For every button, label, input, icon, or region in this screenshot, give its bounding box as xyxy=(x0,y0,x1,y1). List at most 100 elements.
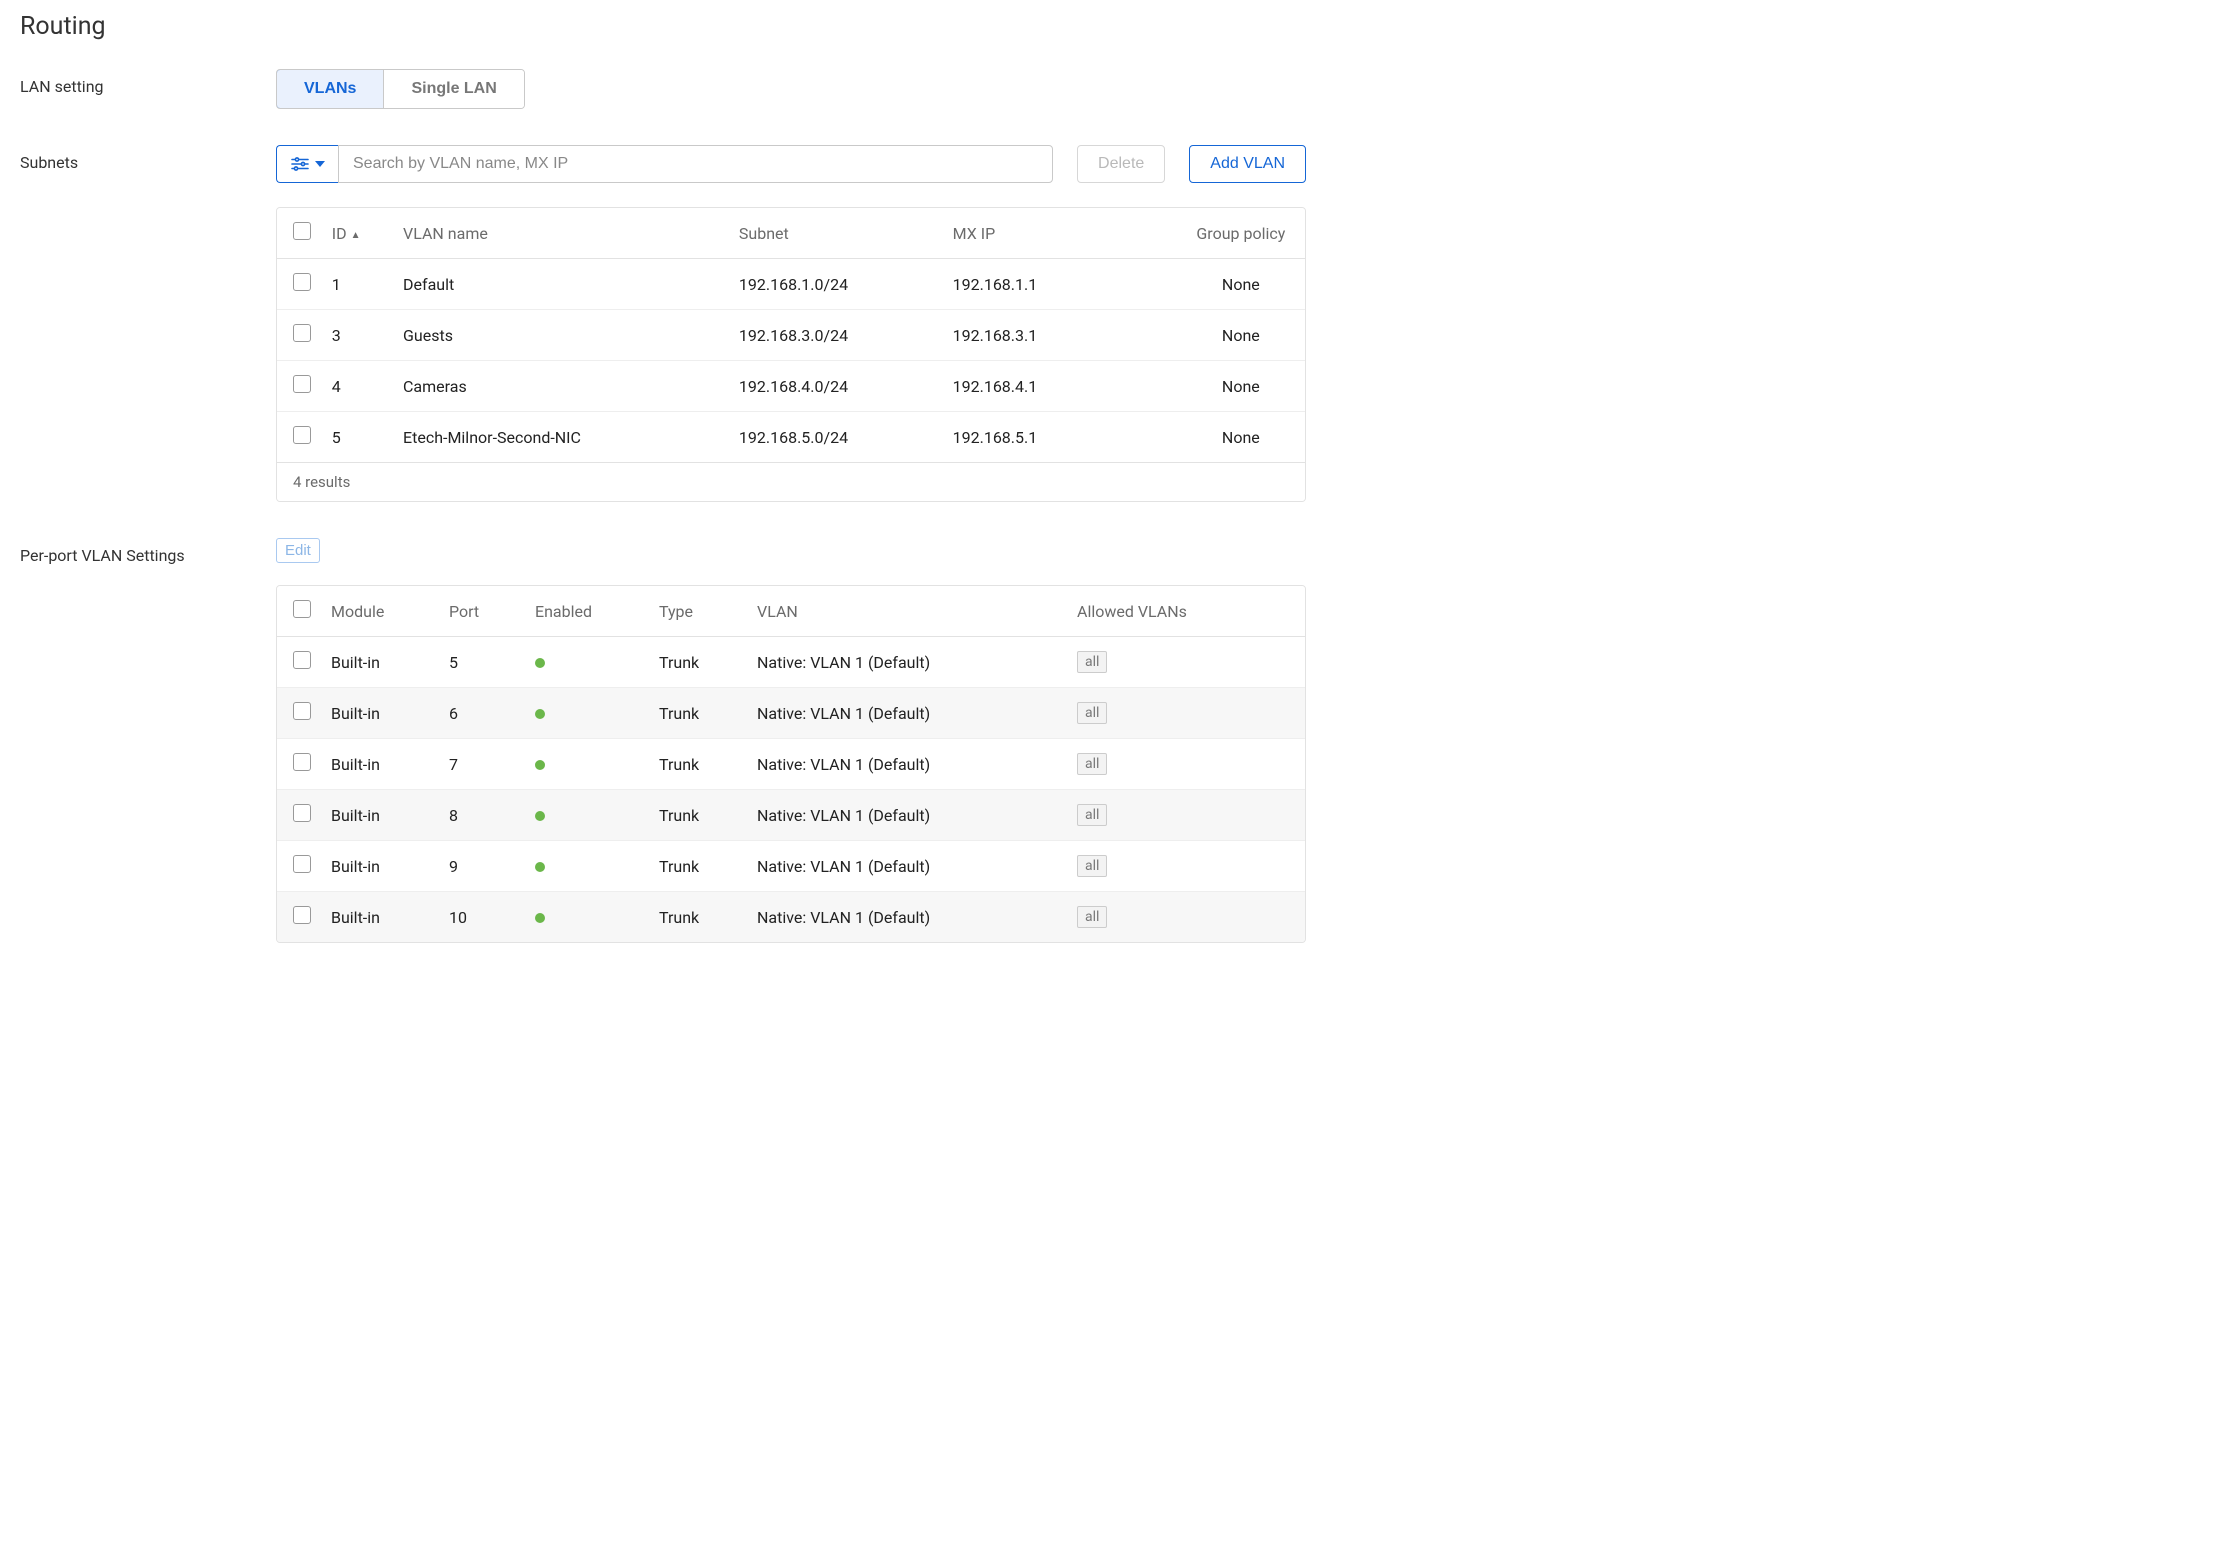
header-type[interactable]: Type xyxy=(649,586,747,637)
cell-mx-ip: 192.168.5.1 xyxy=(943,412,1177,463)
allowed-vlan-tag: all xyxy=(1077,906,1107,928)
cell-allowed-vlans: all xyxy=(1067,892,1305,943)
row-checkbox[interactable] xyxy=(293,906,311,924)
cell-type: Trunk xyxy=(649,688,747,739)
header-allowed-vlans[interactable]: Allowed VLANs xyxy=(1067,586,1305,637)
status-enabled-icon xyxy=(535,760,545,770)
cell-enabled xyxy=(525,892,649,943)
header-module[interactable]: Module xyxy=(321,586,439,637)
tab-vlans[interactable]: VLANs xyxy=(276,69,384,109)
cell-mx-ip: 192.168.1.1 xyxy=(943,259,1177,310)
edit-button[interactable]: Edit xyxy=(276,538,320,563)
row-checkbox[interactable] xyxy=(293,804,311,822)
cell-allowed-vlans: all xyxy=(1067,790,1305,841)
cell-vlan: Native: VLAN 1 (Default) xyxy=(747,841,1067,892)
select-all-ports-checkbox[interactable] xyxy=(293,600,311,618)
status-enabled-icon xyxy=(535,913,545,923)
cell-id: 5 xyxy=(322,412,393,463)
cell-type: Trunk xyxy=(649,790,747,841)
cell-module: Built-in xyxy=(321,637,439,688)
cell-vlan: Native: VLAN 1 (Default) xyxy=(747,892,1067,943)
table-row[interactable]: 5Etech-Milnor-Second-NIC192.168.5.0/2419… xyxy=(277,412,1305,463)
header-group-policy[interactable]: Group policy xyxy=(1177,208,1305,259)
allowed-vlan-tag: all xyxy=(1077,651,1107,673)
add-vlan-button[interactable]: Add VLAN xyxy=(1189,145,1306,183)
table-row[interactable]: Built-in10TrunkNative: VLAN 1 (Default)a… xyxy=(277,892,1305,943)
subnets-label: Subnets xyxy=(20,145,276,172)
cell-port: 6 xyxy=(439,688,525,739)
table-row[interactable]: Built-in9TrunkNative: VLAN 1 (Default)al… xyxy=(277,841,1305,892)
cell-enabled xyxy=(525,739,649,790)
cell-id: 4 xyxy=(322,361,393,412)
cell-group-policy: None xyxy=(1177,259,1305,310)
allowed-vlan-tag: all xyxy=(1077,804,1107,826)
cell-mx-ip: 192.168.4.1 xyxy=(943,361,1177,412)
search-input[interactable] xyxy=(338,145,1053,183)
cell-id: 3 xyxy=(322,310,393,361)
row-checkbox[interactable] xyxy=(293,855,311,873)
cell-subnet: 192.168.4.0/24 xyxy=(729,361,943,412)
cell-port: 9 xyxy=(439,841,525,892)
row-checkbox[interactable] xyxy=(293,375,311,393)
table-row[interactable]: 1Default192.168.1.0/24192.168.1.1None xyxy=(277,259,1305,310)
cell-vlan: Native: VLAN 1 (Default) xyxy=(747,688,1067,739)
cell-vlan-name: Cameras xyxy=(393,361,729,412)
cell-allowed-vlans: all xyxy=(1067,841,1305,892)
cell-vlan-name: Etech-Milnor-Second-NIC xyxy=(393,412,729,463)
status-enabled-icon xyxy=(535,709,545,719)
status-enabled-icon xyxy=(535,862,545,872)
cell-allowed-vlans: all xyxy=(1067,688,1305,739)
cell-type: Trunk xyxy=(649,739,747,790)
table-row[interactable]: 3Guests192.168.3.0/24192.168.3.1None xyxy=(277,310,1305,361)
cell-group-policy: None xyxy=(1177,361,1305,412)
cell-enabled xyxy=(525,637,649,688)
row-checkbox[interactable] xyxy=(293,273,311,291)
ports-table: Module Port Enabled Type VLAN Allowed VL… xyxy=(276,585,1306,943)
cell-mx-ip: 192.168.3.1 xyxy=(943,310,1177,361)
cell-module: Built-in xyxy=(321,739,439,790)
tab-single-lan[interactable]: Single LAN xyxy=(383,70,523,108)
cell-enabled xyxy=(525,688,649,739)
cell-type: Trunk xyxy=(649,892,747,943)
header-subnet[interactable]: Subnet xyxy=(729,208,943,259)
table-row[interactable]: Built-in5TrunkNative: VLAN 1 (Default)al… xyxy=(277,637,1305,688)
table-row[interactable]: Built-in8TrunkNative: VLAN 1 (Default)al… xyxy=(277,790,1305,841)
row-checkbox[interactable] xyxy=(293,426,311,444)
cell-vlan: Native: VLAN 1 (Default) xyxy=(747,637,1067,688)
cell-subnet: 192.168.1.0/24 xyxy=(729,259,943,310)
header-port[interactable]: Port xyxy=(439,586,525,637)
status-enabled-icon xyxy=(535,658,545,668)
per-port-label: Per-port VLAN Settings xyxy=(20,538,276,565)
select-all-checkbox[interactable] xyxy=(293,222,311,240)
lan-setting-tabs: VLANs Single LAN xyxy=(276,69,525,109)
cell-allowed-vlans: all xyxy=(1067,637,1305,688)
cell-type: Trunk xyxy=(649,637,747,688)
row-checkbox[interactable] xyxy=(293,753,311,771)
header-vlan[interactable]: VLAN xyxy=(747,586,1067,637)
lan-setting-label: LAN setting xyxy=(20,69,276,96)
cell-type: Trunk xyxy=(649,841,747,892)
delete-button[interactable]: Delete xyxy=(1077,145,1165,183)
table-row[interactable]: Built-in6TrunkNative: VLAN 1 (Default)al… xyxy=(277,688,1305,739)
cell-port: 7 xyxy=(439,739,525,790)
filter-button[interactable] xyxy=(276,145,338,183)
page-title: Routing xyxy=(20,12,1306,41)
header-id[interactable]: ID ▲ xyxy=(322,208,393,259)
row-checkbox[interactable] xyxy=(293,324,311,342)
cell-enabled xyxy=(525,790,649,841)
row-checkbox[interactable] xyxy=(293,651,311,669)
header-vlan-name[interactable]: VLAN name xyxy=(393,208,729,259)
cell-port: 8 xyxy=(439,790,525,841)
header-enabled[interactable]: Enabled xyxy=(525,586,649,637)
cell-enabled xyxy=(525,841,649,892)
cell-vlan-name: Default xyxy=(393,259,729,310)
row-checkbox[interactable] xyxy=(293,702,311,720)
cell-module: Built-in xyxy=(321,892,439,943)
cell-vlan: Native: VLAN 1 (Default) xyxy=(747,739,1067,790)
cell-group-policy: None xyxy=(1177,412,1305,463)
table-row[interactable]: 4Cameras192.168.4.0/24192.168.4.1None xyxy=(277,361,1305,412)
chevron-down-icon xyxy=(315,161,325,167)
table-row[interactable]: Built-in7 TrunkNative: VLAN 1 (Default)al… xyxy=(277,739,1305,790)
cell-allowed-vlans: all xyxy=(1067,739,1305,790)
header-mx-ip[interactable]: MX IP xyxy=(943,208,1177,259)
